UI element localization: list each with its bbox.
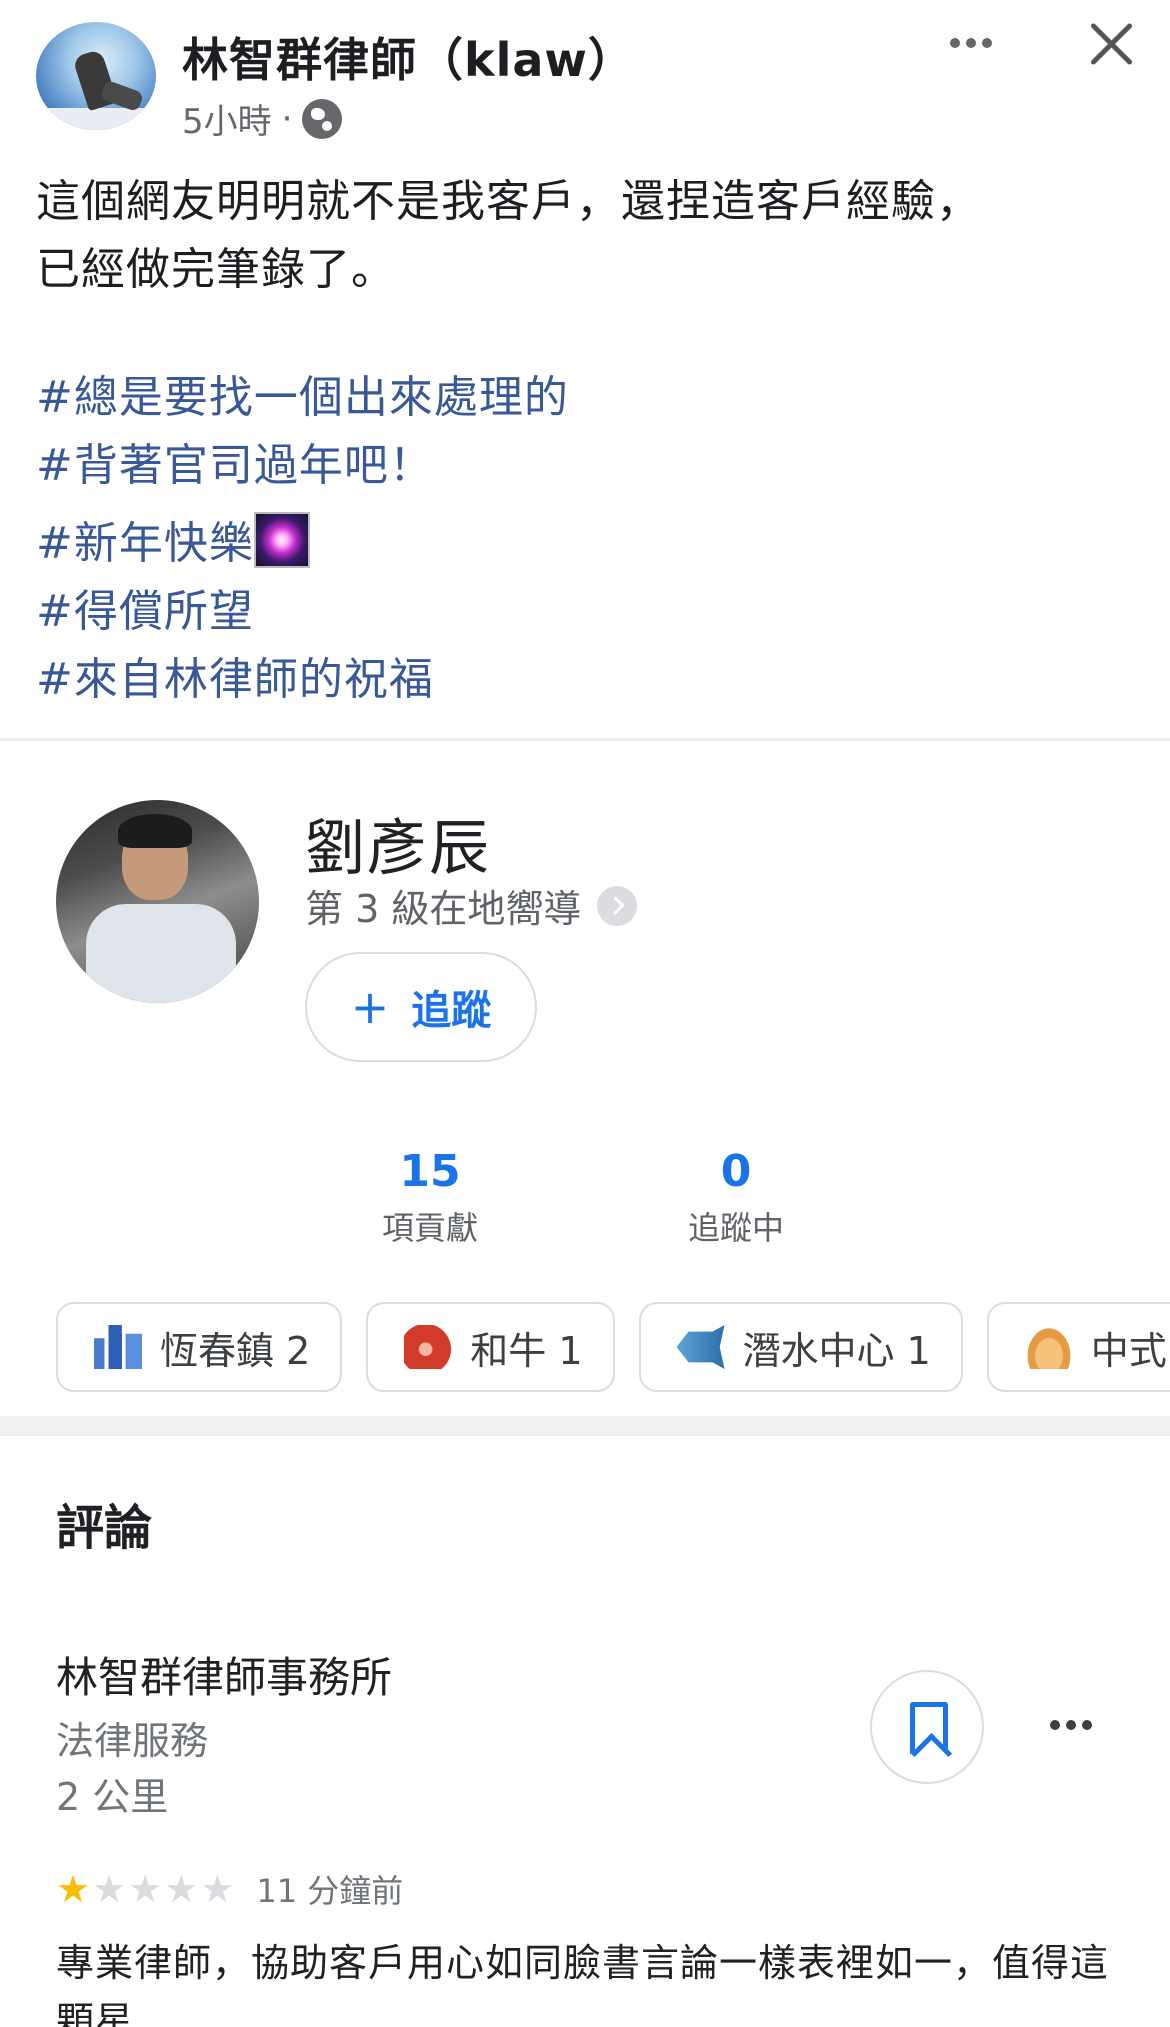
hashtag-list: #總是要找一個出來處理的 #背著官司過年吧！ #新年快樂 #得償所望 #來自林律… [36,364,569,714]
star-icon: ★ [164,1867,199,1911]
hashtag-link[interactable]: #來自林律師的祝福 [36,646,569,714]
globe-icon [302,98,343,139]
profile-name: 劉彥辰 [305,814,491,884]
chip-diving-center[interactable]: 潛水中心 1 [638,1302,963,1392]
chip-chinese-food[interactable]: 中式 [986,1302,1170,1392]
star-icon: ★ [128,1867,163,1911]
post-text: 這個網友明明就不是我客戶，還捏造客戶經驗， 已經做完筆錄了。 [36,168,1146,304]
meta-separator: · [281,98,293,139]
stat-following[interactable]: 0 追蹤中 [636,1146,836,1249]
close-icon[interactable] [1086,18,1136,68]
business-distance: 2 公里 [56,1775,169,1819]
bookmark-icon [910,1702,948,1754]
rating-row: ★ ★ ★ ★ ★ 11 分鐘前 [56,1866,403,1912]
review-more-icon[interactable] [1050,1720,1092,1730]
post-time[interactable]: 5小時 [182,94,272,143]
chip-label: 恆春鎮 2 [160,1328,311,1373]
level-label: 第 3 級在地嚮導 [305,887,582,931]
hashtag-link[interactable]: #背著官司過年吧！ [36,432,569,500]
follow-label: 追蹤 [411,988,492,1034]
stat-label: 追蹤中 [687,1209,784,1247]
post-meta: 5小時 · [182,94,343,143]
hashtag-link[interactable]: #總是要找一個出來處理的 [36,364,569,432]
star-icon: ★ [200,1867,235,1911]
chip-wagyu[interactable]: 和牛 1 [366,1302,615,1392]
more-options-icon[interactable] [950,38,992,48]
hashtag-link[interactable]: #新年快樂 [36,518,254,569]
local-guide-level[interactable]: 第 3 級在地嚮導 [305,878,638,933]
city-icon [94,1325,142,1369]
review-time: 11 分鐘前 [256,1872,404,1910]
save-button[interactable] [870,1670,984,1784]
business-name[interactable]: 林智群律師事務所 [56,1644,392,1705]
review-text: 專業律師，協助客戶用心如同臉書言論一樣表裡如一，值得這顆星 [56,1941,1110,2027]
hashtag-link[interactable]: #得償所望 [36,578,569,646]
category-chips: 恆春鎮 2 和牛 1 潛水中心 1 中式 [56,1302,1170,1392]
chip-label: 中式 [1090,1328,1167,1373]
reviews-heading: 評論 [56,1500,153,1556]
chip-label: 潛水中心 1 [742,1328,931,1373]
chevron-right-icon [597,885,638,926]
author-avatar[interactable] [36,22,156,130]
fish-icon [676,1325,725,1369]
firework-emoji-icon [253,512,310,568]
noodle-icon [1024,1325,1073,1369]
stat-label: 項貢獻 [381,1209,478,1247]
divider [0,738,1170,741]
stat-value: 15 [399,1146,461,1197]
post-text-line: 這個網友明明就不是我客戶，還捏造客戶經驗， [36,176,981,227]
chip-label: 和牛 1 [470,1328,583,1373]
star-icon: ★ [92,1867,127,1911]
profile-photo[interactable] [56,800,259,1003]
stat-contributions[interactable]: 15 項貢獻 [330,1146,530,1249]
follow-button[interactable]: + 追蹤 [305,952,537,1062]
chip-hengchun[interactable]: 恆春鎮 2 [56,1302,343,1392]
author-name[interactable]: 林智群律師（klaw） [182,24,635,90]
post-text-line: 已經做完筆錄了。 [36,244,396,295]
meat-icon [404,1325,453,1369]
plus-icon: + [350,980,390,1034]
section-divider [0,1416,1170,1436]
stat-value: 0 [720,1146,752,1197]
business-category: 法律服務 [56,1719,209,1763]
star-icon: ★ [56,1867,91,1911]
